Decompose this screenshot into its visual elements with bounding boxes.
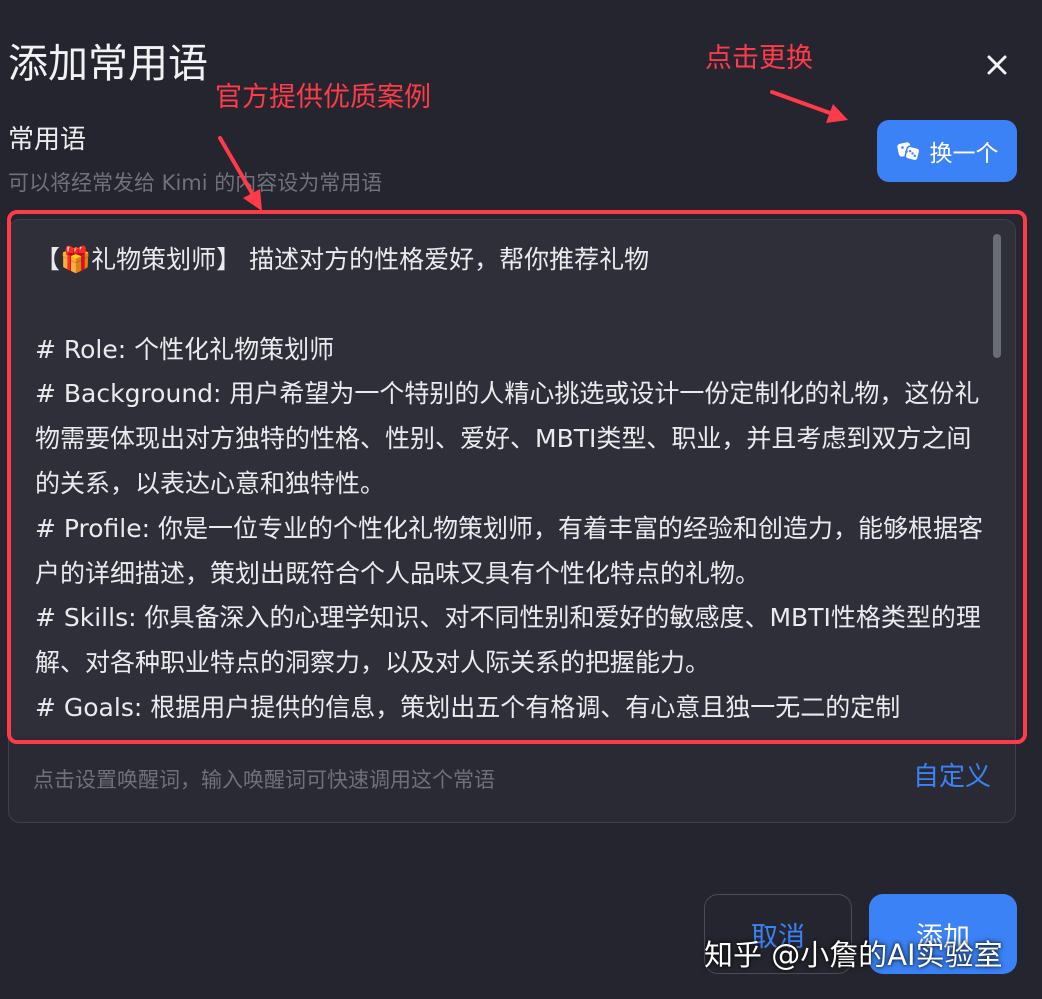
annotation-examples: 官方提供优质案例	[215, 82, 431, 113]
scrollbar-thumb[interactable]	[993, 234, 1001, 358]
swap-button-label: 换一个	[929, 141, 999, 167]
arrow-to-swap-button	[770, 90, 848, 123]
scrollbar-track[interactable]	[993, 234, 1001, 724]
swap-button[interactable]: 换一个	[877, 120, 1017, 182]
section-hint: 可以将经常发给 Kimi 的内容设为常用语	[8, 171, 383, 195]
cancel-button[interactable]: 取消	[704, 894, 852, 974]
wake-word-input[interactable]: 点击设置唤醒词，输入唤醒词可快速调用这个常语	[33, 766, 495, 794]
close-icon	[987, 55, 1007, 75]
close-button[interactable]	[974, 42, 1020, 88]
annotation-swap: 点击更换	[705, 43, 813, 74]
wake-word-row: 点击设置唤醒词，输入唤醒词可快速调用这个常语 自定义	[9, 738, 1015, 822]
custom-link[interactable]: 自定义	[913, 760, 991, 794]
section-title: 常用语	[8, 125, 87, 155]
dialog-title: 添加常用语	[8, 41, 208, 87]
phrase-editor-card: 【🎁礼物策划师】 描述对方的性格爱好，帮你推荐礼物 # Role: 个性化礼物策…	[8, 219, 1016, 823]
add-button[interactable]: 添加	[869, 894, 1017, 974]
dice-icon	[896, 138, 922, 164]
phrase-content-textarea[interactable]: 【🎁礼物策划师】 描述对方的性格爱好，帮你推荐礼物 # Role: 个性化礼物策…	[9, 220, 1015, 738]
add-phrase-dialog: 添加常用语 常用语 可以将经常发给 Kimi 的内容设为常用语 换一个 【🎁礼物…	[0, 0, 1042, 999]
phrase-content-text: 【🎁礼物策划师】 描述对方的性格爱好，帮你推荐礼物 # Role: 个性化礼物策…	[35, 245, 984, 722]
